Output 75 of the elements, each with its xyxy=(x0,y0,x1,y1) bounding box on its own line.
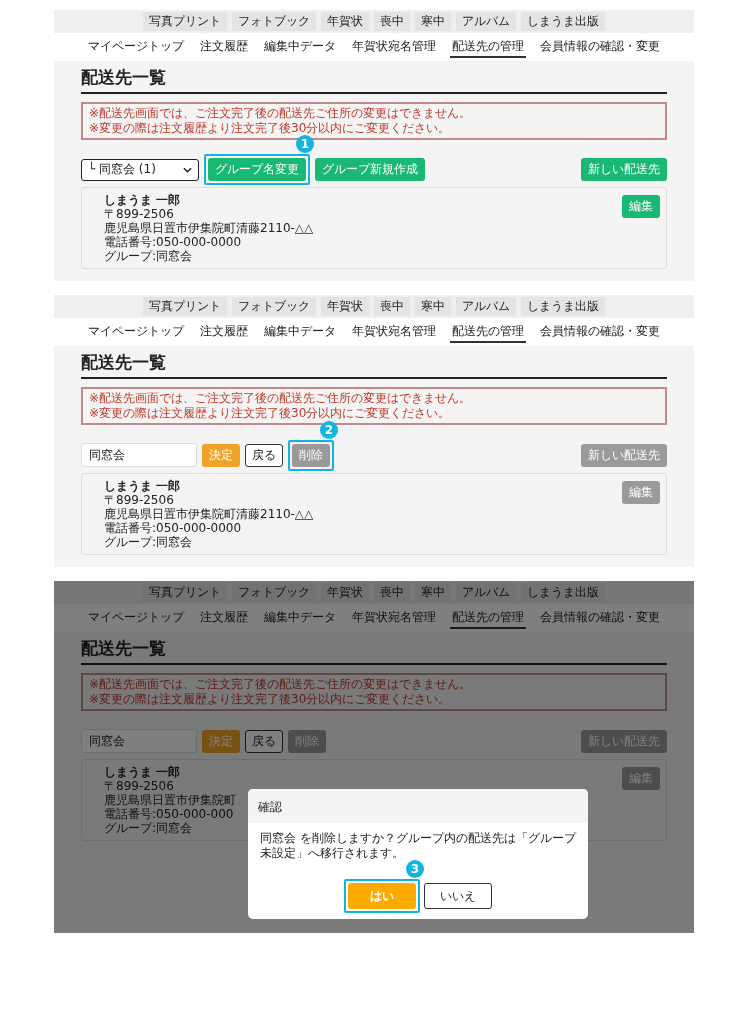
notice-text: ※配送先画面では、ご注文完了後の配送先ご住所の変更はできません。 xyxy=(89,106,473,121)
category-tab[interactable]: アルバム xyxy=(456,297,516,316)
group-text: グループ:同窓会 xyxy=(104,535,194,549)
nav-link[interactable]: 編集中データ xyxy=(262,38,338,58)
category-tab[interactable]: アルバム xyxy=(456,12,516,31)
nav-link[interactable]: 会員情報の確認・変更 xyxy=(538,323,662,343)
step-badge: 1 xyxy=(296,135,314,153)
nav-link[interactable]: 会員情報の確認・変更 xyxy=(538,609,662,629)
category-tab[interactable]: 寒中 xyxy=(415,12,451,31)
postal-code: 〒899-2506 xyxy=(104,493,175,507)
nav-link[interactable]: マイページトップ xyxy=(86,609,186,629)
nav-link[interactable]: 年賀状宛名管理 xyxy=(350,609,438,629)
category-tab[interactable]: しまうま出版 xyxy=(521,297,605,316)
nav-link[interactable]: マイページトップ xyxy=(86,38,186,58)
category-tab[interactable]: 喪中 xyxy=(374,12,410,31)
category-tab[interactable]: 喪中 xyxy=(374,297,410,316)
category-tab[interactable]: 年賀状 xyxy=(321,12,369,31)
input-field[interactable]: 同窓会 xyxy=(81,729,197,753)
dialog-button[interactable]: いいえ xyxy=(424,883,492,909)
category-tab[interactable]: しまうま出版 xyxy=(521,12,605,31)
category-tab[interactable]: フォトブック xyxy=(232,12,316,31)
category-tab[interactable]: 喪中 xyxy=(374,583,410,602)
recipient-name: しまうま 一郎 xyxy=(104,193,182,207)
input-field[interactable]: 同窓会 xyxy=(81,443,197,467)
notice-text: ※配送先画面では、ご注文完了後の配送先ご住所の変更はできません。 xyxy=(89,677,473,692)
page-title: 配送先一覧 xyxy=(81,352,667,379)
action-button[interactable]: 戻る xyxy=(245,729,283,753)
group-select[interactable]: └ 同窓会 (1) xyxy=(81,158,199,181)
phone-text: 電話番号:050-000-000 xyxy=(104,807,235,821)
phone-text: 電話番号:050-000-0000 xyxy=(104,521,243,535)
nav-link[interactable]: 会員情報の確認・変更 xyxy=(538,38,662,58)
dialog-title: 確認 xyxy=(258,800,282,814)
address-text: 鹿児島県日置市伊集院町清藤2110-△△ xyxy=(104,221,314,235)
category-tab[interactable]: 年賀状 xyxy=(321,583,369,602)
notice-text: ※変更の際は注文履歴より注文完了後30分以内にご変更ください。 xyxy=(89,406,452,421)
nav-link[interactable]: 配送先の管理 xyxy=(450,38,526,58)
nav-link[interactable]: 編集中データ xyxy=(262,609,338,629)
nav-link[interactable]: 注文履歴 xyxy=(198,609,250,629)
category-tab[interactable]: アルバム xyxy=(456,583,516,602)
group-text: グループ:同窓会 xyxy=(104,249,194,263)
category-tab[interactable]: 写真プリント xyxy=(143,583,227,602)
postal-code: 〒899-2506 xyxy=(104,207,175,221)
address-text: 鹿児島県日置市伊集院町清藤2110-△△ xyxy=(104,507,314,521)
group-text: グループ:同窓会 xyxy=(104,821,194,835)
category-tab[interactable]: 写真プリント xyxy=(143,297,227,316)
step-badge: 3 xyxy=(406,860,424,878)
nav-link[interactable]: 配送先の管理 xyxy=(450,609,526,629)
category-tab[interactable]: 写真プリント xyxy=(143,12,227,31)
recipient-name: しまうま 一郎 xyxy=(104,765,182,779)
notice-text: ※変更の際は注文履歴より注文完了後30分以内にご変更ください。 xyxy=(89,692,452,707)
nav-link[interactable]: マイページトップ xyxy=(86,323,186,343)
postal-code: 〒899-2506 xyxy=(104,779,175,793)
notice-text: ※配送先画面では、ご注文完了後の配送先ご住所の変更はできません。 xyxy=(89,391,473,406)
phone-text: 電話番号:050-000-0000 xyxy=(104,235,243,249)
caret-icon xyxy=(183,166,192,173)
nav-link[interactable]: 注文履歴 xyxy=(198,38,250,58)
action-button[interactable]: 戻る xyxy=(245,443,283,467)
category-tab[interactable]: フォトブック xyxy=(232,297,316,316)
category-tab[interactable]: 年賀状 xyxy=(321,297,369,316)
category-tab[interactable]: 寒中 xyxy=(415,297,451,316)
category-tab[interactable]: しまうま出版 xyxy=(521,583,605,602)
dialog-message: 同窓会 を削除しますか？グループ内の配送先は「グループ未設定」へ移行されます。 xyxy=(260,831,576,861)
step-badge: 2 xyxy=(320,420,338,439)
address-text: 鹿児島県日置市伊集院町 xyxy=(104,793,236,807)
nav-link[interactable]: 注文履歴 xyxy=(198,323,250,343)
nav-link[interactable]: 年賀状宛名管理 xyxy=(350,38,438,58)
category-tab[interactable]: フォトブック xyxy=(232,583,316,602)
nav-link[interactable]: 編集中データ xyxy=(262,323,338,343)
nav-link[interactable]: 配送先の管理 xyxy=(450,323,526,343)
category-tab[interactable]: 寒中 xyxy=(415,583,451,602)
notice-text: ※変更の際は注文履歴より注文完了後30分以内にご変更ください。 xyxy=(89,121,452,136)
page-title: 配送先一覧 xyxy=(81,638,667,665)
page-title: 配送先一覧 xyxy=(81,67,667,94)
nav-link[interactable]: 年賀状宛名管理 xyxy=(350,323,438,343)
recipient-name: しまうま 一郎 xyxy=(104,479,182,493)
